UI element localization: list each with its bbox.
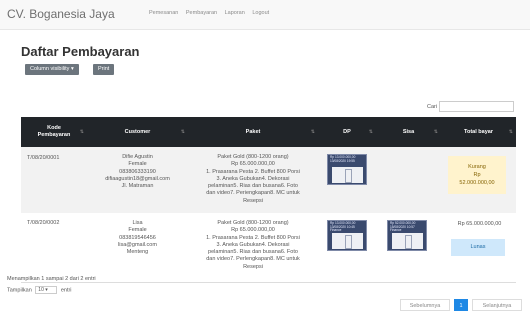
sort-icon: ⇅: [79, 129, 84, 135]
pagination-page-1[interactable]: 1: [454, 299, 468, 311]
dp-receipt-caption: Rp 13.000.000,00 13/08/2020 19:55: [330, 155, 355, 163]
total-status: Kurang: [468, 164, 486, 170]
page-length-control: Tampilkan 10 ▾ entri: [7, 286, 72, 294]
customer-name: Difie Agustin: [122, 154, 153, 160]
customer-address: Menteng: [126, 249, 149, 256]
column-visibility-button[interactable]: Column visibility ▾: [25, 64, 79, 75]
paket-cell: Paket Gold (800-1200 orang) Rp 65.000.00…: [188, 220, 318, 271]
nav-link-laporan[interactable]: Laporan: [225, 10, 245, 16]
sort-icon: ⇅: [508, 129, 513, 135]
status-badge-lunas: Lunas: [451, 239, 505, 256]
nav-link-logout[interactable]: Logout: [252, 10, 269, 16]
column-header-dp-label: DP: [343, 128, 351, 135]
table-header: Kode Pembayaran ⇅ Customer ⇅ Paket ⇅ DP …: [21, 117, 516, 147]
dp-date: 13/08/2020 19:55: [330, 158, 355, 163]
paket-line: Paket Gold (800-1200 orang): [217, 154, 289, 160]
paket-line: Paket Gold (800-1200 orang): [217, 220, 289, 226]
customer-phone: 083819546456: [119, 234, 156, 241]
dp-receipt-image[interactable]: Rp 13.000.000,00 13/08/2020 19:55: [327, 154, 367, 185]
page-length-label: Tampilkan: [7, 287, 32, 294]
kode-cell: T/08/20/0002: [27, 220, 60, 226]
column-header-sisa[interactable]: Sisa ⇅: [376, 117, 441, 147]
paket-line: pelaminan5. Rias dan busana6. Foto: [208, 183, 298, 190]
column-header-dp[interactable]: DP ⇅: [318, 117, 376, 147]
receipt-paper: [392, 233, 423, 249]
sort-icon: ⇅: [433, 129, 438, 135]
total-amount: 52.000.000,00: [459, 180, 495, 186]
customer-name: Lisa: [132, 220, 143, 226]
nav-links: Pemesanan Pembayaran Laporan Logout: [149, 10, 275, 16]
table-row: T/08/20/0002 Lisa Female 083819546456 li…: [21, 213, 516, 283]
nav-link-pemesanan[interactable]: Pemesanan: [149, 10, 178, 16]
column-header-total-label: Total bayar: [464, 128, 493, 135]
customer-email: lisa@gmail.com: [118, 241, 157, 248]
column-visibility-label: Column visibility: [30, 66, 70, 72]
paket-line: pelaminan5. Rias dan busana6. Foto: [208, 249, 298, 256]
sisa-receipt-image[interactable]: Rp 52.000.000,00 15/08/2020 10:57 Financ…: [387, 220, 427, 251]
column-header-customer[interactable]: Customer ⇅: [87, 117, 188, 147]
dp-receipt-caption: Rp 13.000.000,00 13/08/2020 10:45 Financ…: [330, 221, 355, 233]
receipt-paper: [332, 167, 363, 183]
table-info: Menampilkan 1 sampai 2 dari 2 entri: [7, 276, 96, 282]
nav-link-pembayaran[interactable]: Pembayaran: [186, 10, 217, 16]
sort-icon: ⇅: [180, 129, 185, 135]
customer-address: Jl. Matraman: [121, 183, 154, 190]
search-label: Cari: [427, 104, 438, 110]
paket-line: Rp 65.000.000,00: [231, 161, 275, 168]
column-header-total[interactable]: Total bayar ⇅: [441, 117, 516, 147]
customer-cell: Lisa Female 083819546456 lisa@gmail.com …: [87, 220, 188, 256]
paket-line: 3. Aneka Gubukan4. Dekorasi: [216, 241, 290, 248]
customer-gender: Female: [128, 227, 147, 234]
customer-phone: 083806333190: [119, 168, 156, 175]
sort-icon: ⇅: [368, 129, 373, 135]
paket-line: 1. Prasarana Pesta 2. Buffet 800 Porsi: [206, 168, 300, 175]
status-badge-kurang: Kurang Rp 52.000.000,00: [448, 156, 506, 194]
sort-icon: ⇅: [310, 129, 315, 135]
page-title: Daftar Pembayaran: [21, 44, 140, 59]
column-header-paket[interactable]: Paket ⇅: [188, 117, 318, 147]
dp-receipt-image[interactable]: Rp 13.000.000,00 13/08/2020 10:45 Financ…: [327, 220, 367, 251]
paket-line: dan video7. Perlengkapan8. MC untuk: [206, 256, 300, 263]
search-input[interactable]: [439, 101, 514, 112]
paket-line: 1. Prasarana Pesta 2. Buffet 800 Porsi: [206, 234, 300, 241]
table-row: T/08/20/0001 Difie Agustin Female 083806…: [21, 147, 516, 213]
page-length-value: 10: [38, 287, 44, 293]
paket-line: Resepsi: [243, 263, 263, 270]
page-length-select[interactable]: 10 ▾: [35, 286, 58, 294]
kode-cell: T/08/20/0001: [27, 155, 60, 161]
customer-cell: Difie Agustin Female 083806333190 difiaa…: [87, 154, 188, 190]
brand-logo-text[interactable]: CV. Boganesia Jaya: [7, 7, 115, 21]
total-currency: Rp: [473, 172, 481, 178]
column-header-kode[interactable]: Kode Pembayaran ⇅: [21, 117, 87, 147]
pagination-prev-button[interactable]: Sebelumnya: [400, 299, 450, 311]
paket-line: 3. Aneka Gubukan4. Dekorasi: [216, 175, 290, 182]
column-header-paket-label: Paket: [245, 128, 261, 135]
sisa-receipt-caption: Rp 52.000.000,00 15/08/2020 10:57 Financ…: [390, 221, 415, 233]
paket-line: Resepsi: [243, 197, 263, 204]
receipt-paper: [332, 233, 363, 249]
paket-cell: Paket Gold (800-1200 orang) Rp 65.000.00…: [188, 154, 318, 205]
customer-email: difiaagustin18@gmail.com: [105, 175, 170, 182]
column-header-customer-label: Customer: [124, 128, 151, 135]
paket-line: Rp 65.000.000,00: [231, 227, 275, 234]
pagination-next-button[interactable]: Selanjutnya: [472, 299, 522, 311]
navbar: CV. Boganesia Jaya Pemesanan Pembayaran …: [0, 0, 530, 30]
caret-down-icon: ▾: [70, 66, 74, 72]
customer-gender: Female: [128, 161, 147, 168]
column-header-kode-label: Kode Pembayaran: [37, 125, 71, 138]
print-button[interactable]: Print: [93, 64, 115, 75]
total-amount: Rp 65.000.000,00: [457, 221, 502, 227]
page-length-suffix: entri: [60, 287, 72, 294]
paket-line: dan video7. Periengkapan8. MC untuk: [206, 190, 300, 197]
column-header-sisa-label: Sisa: [402, 128, 415, 135]
